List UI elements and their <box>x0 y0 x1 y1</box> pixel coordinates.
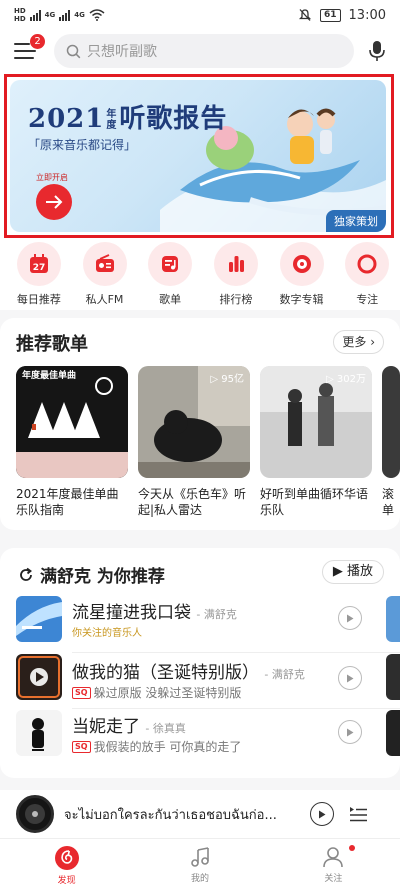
quick-nav-charts[interactable]: 排行榜 <box>203 240 269 310</box>
banner-title: 2021 年度听歌报告 <box>28 104 228 134</box>
network-label-1: 4G <box>44 11 56 19</box>
microphone-icon[interactable] <box>368 40 386 62</box>
playlist-icon <box>162 256 179 272</box>
notification-badge: 2 <box>30 34 45 49</box>
search-icon <box>66 44 81 58</box>
banner-open-button[interactable] <box>36 184 72 220</box>
user-icon <box>323 847 344 868</box>
playlist-title: 今天从《乐色车》听起|私人雷达 <box>138 487 247 517</box>
section-title: 推荐歌单 <box>16 334 88 355</box>
netease-logo-icon <box>54 846 79 870</box>
song-play-button[interactable] <box>338 666 362 690</box>
menu-button[interactable]: 2 <box>14 34 45 60</box>
wifi-icon <box>89 9 105 21</box>
quick-nav-focus[interactable]: 专注 <box>334 240 400 310</box>
song-subtitle: 你关注的音乐人 <box>72 628 142 639</box>
song-play-button[interactable] <box>338 606 362 630</box>
song-cover <box>16 654 62 700</box>
radio-icon <box>95 254 114 272</box>
song-row-2[interactable]: 做我的猫（圣诞特别版） - 满舒克 SQ 躲过原版 没躲过圣诞特别版 <box>16 652 400 704</box>
banner-subtitle: 「原来音乐都记得」 <box>28 138 137 152</box>
now-playing-title: จะไม่บอกใครละกันว่าเธอชอบฉันก่อ... <box>64 807 277 823</box>
song-subtitle: SQ 躲过原版 没躲过圣诞特别版 <box>72 684 241 701</box>
now-playing-cover <box>16 795 54 833</box>
search-placeholder: 只想听副歌 <box>87 44 157 60</box>
clock: 13:00 <box>348 7 386 23</box>
playlist-title: 2021年度最佳单曲乐队指南 <box>16 487 119 517</box>
personal-recommendations: 满舒克 为你推荐 ▶ 播放 流星撞进我口袋 - 满舒克 你关注的音乐人 做我的猫… <box>0 548 400 778</box>
mute-icon <box>298 9 312 21</box>
sq-badge: SQ <box>72 740 91 753</box>
playlist-title: 好听到单曲循环华语乐队 <box>260 487 369 517</box>
focus-icon <box>357 254 377 274</box>
tab-mine[interactable]: 我的 <box>133 839 266 888</box>
playlist-cover: 年度最佳单曲 <box>16 366 128 478</box>
chart-icon <box>228 256 244 272</box>
tab-discover[interactable]: 发现 <box>0 839 133 888</box>
tab-follow[interactable]: 关注 <box>267 839 400 888</box>
status-bar: HD HD 4G 4G 61 13:00 <box>0 0 400 30</box>
quick-nav-playlist[interactable]: 歌单 <box>137 240 203 310</box>
song-title: 做我的猫（圣诞特别版） - 满舒克 <box>72 663 305 683</box>
play-icon <box>347 728 354 736</box>
playlist-card-3[interactable]: ▷ 302万 好听到单曲循环华语乐队 <box>260 366 372 518</box>
song-title: 流星撞进我口袋 - 满舒克 <box>72 603 237 623</box>
sq-badge: SQ <box>72 686 91 699</box>
playlist-card-4[interactable]: 滚单 <box>382 366 400 518</box>
play-icon <box>347 674 354 682</box>
bottom-tab-bar: 发现 我的 关注 <box>0 838 400 888</box>
more-button[interactable]: 更多 › <box>333 330 384 354</box>
song-cover <box>16 710 62 756</box>
sim-indicator: HD HD <box>14 7 26 23</box>
playlist-cover: ▷ 95亿 <box>138 366 250 478</box>
recommended-playlists: 推荐歌单 更多 › 年度最佳单曲 2021年度最佳单曲乐队指南 ▷ 95亿 今天… <box>0 318 400 530</box>
network-label-2: 4G <box>74 11 85 19</box>
search-input[interactable]: 只想听副歌 <box>54 34 354 68</box>
svg-text:27: 27 <box>33 263 46 273</box>
playlist-card-1[interactable]: 年度最佳单曲 2021年度最佳单曲乐队指南 <box>16 366 128 518</box>
playlist-cover <box>382 366 400 478</box>
song-row-3[interactable]: 当妮走了 - 徐真真 SQ 我假装的放手 可你真的走了 <box>16 710 400 762</box>
song-subtitle: SQ 我假装的放手 可你真的走了 <box>72 738 241 755</box>
play-count: ▷ 302万 <box>326 374 366 385</box>
top-header: 2 只想听副歌 <box>0 30 400 72</box>
quick-nav-daily[interactable]: 27 每日推荐 <box>6 240 72 310</box>
playlist-cover: ▷ 302万 <box>260 366 372 478</box>
signal-icon-2 <box>59 9 71 21</box>
playlist-queue-icon[interactable] <box>348 805 368 823</box>
song-title: 当妮走了 - 徐真真 <box>72 717 186 737</box>
next-column-peek <box>386 596 400 642</box>
play-all-button[interactable]: ▶ 播放 <box>321 560 384 584</box>
calendar-icon: 27 <box>29 254 48 273</box>
play-icon <box>319 810 326 818</box>
next-column-peek <box>386 654 400 700</box>
mini-player[interactable]: จะไม่บอกใครละกันว่าเธอชอบฉันก่อ... <box>0 790 400 838</box>
quick-nav: 27 每日推荐 私人FM 歌单 排行榜 数字专辑 专注 <box>0 240 400 310</box>
song-row-1[interactable]: 流星撞进我口袋 - 满舒克 你关注的音乐人 <box>16 596 400 648</box>
section-title: 满舒克 为你推荐 <box>18 562 165 587</box>
battery-indicator: 61 <box>320 8 341 22</box>
signal-icon <box>29 9 41 21</box>
next-column-peek <box>386 710 400 756</box>
banner-cta-label: 立即开启 <box>36 173 68 182</box>
song-play-button[interactable] <box>338 720 362 744</box>
banner-section: 2021 年度听歌报告 「原来音乐都记得」 立即开启 独家策划 <box>0 72 400 240</box>
playlist-cover-text: 年度最佳单曲 <box>22 371 77 381</box>
quick-nav-digital-album[interactable]: 数字专辑 <box>269 240 335 310</box>
playlist-card-2[interactable]: ▷ 95亿 今天从《乐色车》听起|私人雷达 <box>138 366 250 518</box>
play-count: ▷ 95亿 <box>210 374 244 385</box>
mini-play-button[interactable] <box>310 802 334 826</box>
notification-dot <box>348 845 355 851</box>
playlist-title: 滚单 <box>382 487 395 517</box>
song-cover <box>16 596 62 642</box>
refresh-icon[interactable] <box>18 567 34 583</box>
music-note-icon <box>191 847 209 867</box>
play-icon <box>347 614 354 622</box>
quick-nav-fm[interactable]: 私人FM <box>72 240 138 310</box>
vinyl-icon <box>292 255 311 273</box>
divider <box>72 708 400 709</box>
arrow-right-icon <box>46 195 63 209</box>
banner-tag: 独家策划 <box>326 210 386 232</box>
banner-year-report[interactable]: 2021 年度听歌报告 「原来音乐都记得」 立即开启 独家策划 <box>10 80 386 232</box>
